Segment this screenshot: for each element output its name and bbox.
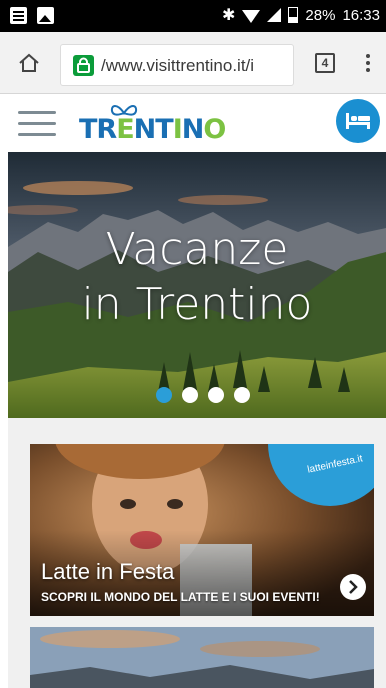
notification-icons xyxy=(10,7,54,24)
hero-title-line2: in Trentino xyxy=(81,279,313,330)
signal-icon xyxy=(267,8,282,22)
clock: 16:33 xyxy=(342,6,380,24)
slide-dot-4[interactable] xyxy=(234,387,250,403)
card-photo-2 xyxy=(30,627,374,688)
battery-icon xyxy=(288,7,299,23)
chevron-right-icon xyxy=(349,580,358,594)
slide-dot-2[interactable] xyxy=(182,387,198,403)
wifi-icon xyxy=(242,9,261,23)
tab-switcher-button[interactable]: 4 xyxy=(315,53,335,73)
home-icon[interactable] xyxy=(18,53,40,73)
card-title: Latte in Festa xyxy=(41,559,175,584)
site-header: TRENTINO xyxy=(0,95,386,152)
browser-toolbar: /www.visittrentino.it/i 4 xyxy=(0,32,386,94)
card-landscape[interactable] xyxy=(30,627,374,688)
card-arrow-button[interactable] xyxy=(340,574,366,600)
bluetooth-icon: ✱ xyxy=(222,7,236,24)
bed-icon xyxy=(346,113,370,129)
hero-title-line1: Vacanze xyxy=(105,224,289,275)
battery-percent: 28% xyxy=(305,6,336,24)
content-cards: latteinfesta.it Latte in Festa SCOPRI IL… xyxy=(8,418,386,688)
slide-dot-3[interactable] xyxy=(208,387,224,403)
overflow-menu-icon[interactable] xyxy=(366,54,370,75)
card-subtitle: SCOPRI IL MONDO DEL LATTE E I SUOI EVENT… xyxy=(41,590,320,604)
hero-slider[interactable]: Vacanze in Trentino xyxy=(8,152,386,418)
status-bar: ✱ 28% 16:33 xyxy=(0,0,386,32)
logo-wordmark: TRENTINO xyxy=(79,114,226,145)
image-notification-icon xyxy=(37,7,54,24)
slider-pagination xyxy=(156,387,250,403)
card-latte-in-festa[interactable]: latteinfesta.it Latte in Festa SCOPRI IL… xyxy=(30,444,374,616)
url-text: /www.visittrentino.it/i xyxy=(101,56,255,75)
address-bar[interactable]: /www.visittrentino.it/i xyxy=(60,44,294,86)
hamburger-menu-icon[interactable] xyxy=(18,111,56,144)
trentino-logo[interactable]: TRENTINO xyxy=(79,103,226,147)
lock-icon xyxy=(73,55,94,76)
accommodation-bed-button[interactable] xyxy=(336,99,380,143)
slide-dot-1[interactable] xyxy=(156,387,172,403)
system-indicators: ✱ 28% 16:33 xyxy=(222,5,380,25)
document-notification-icon xyxy=(10,7,27,24)
